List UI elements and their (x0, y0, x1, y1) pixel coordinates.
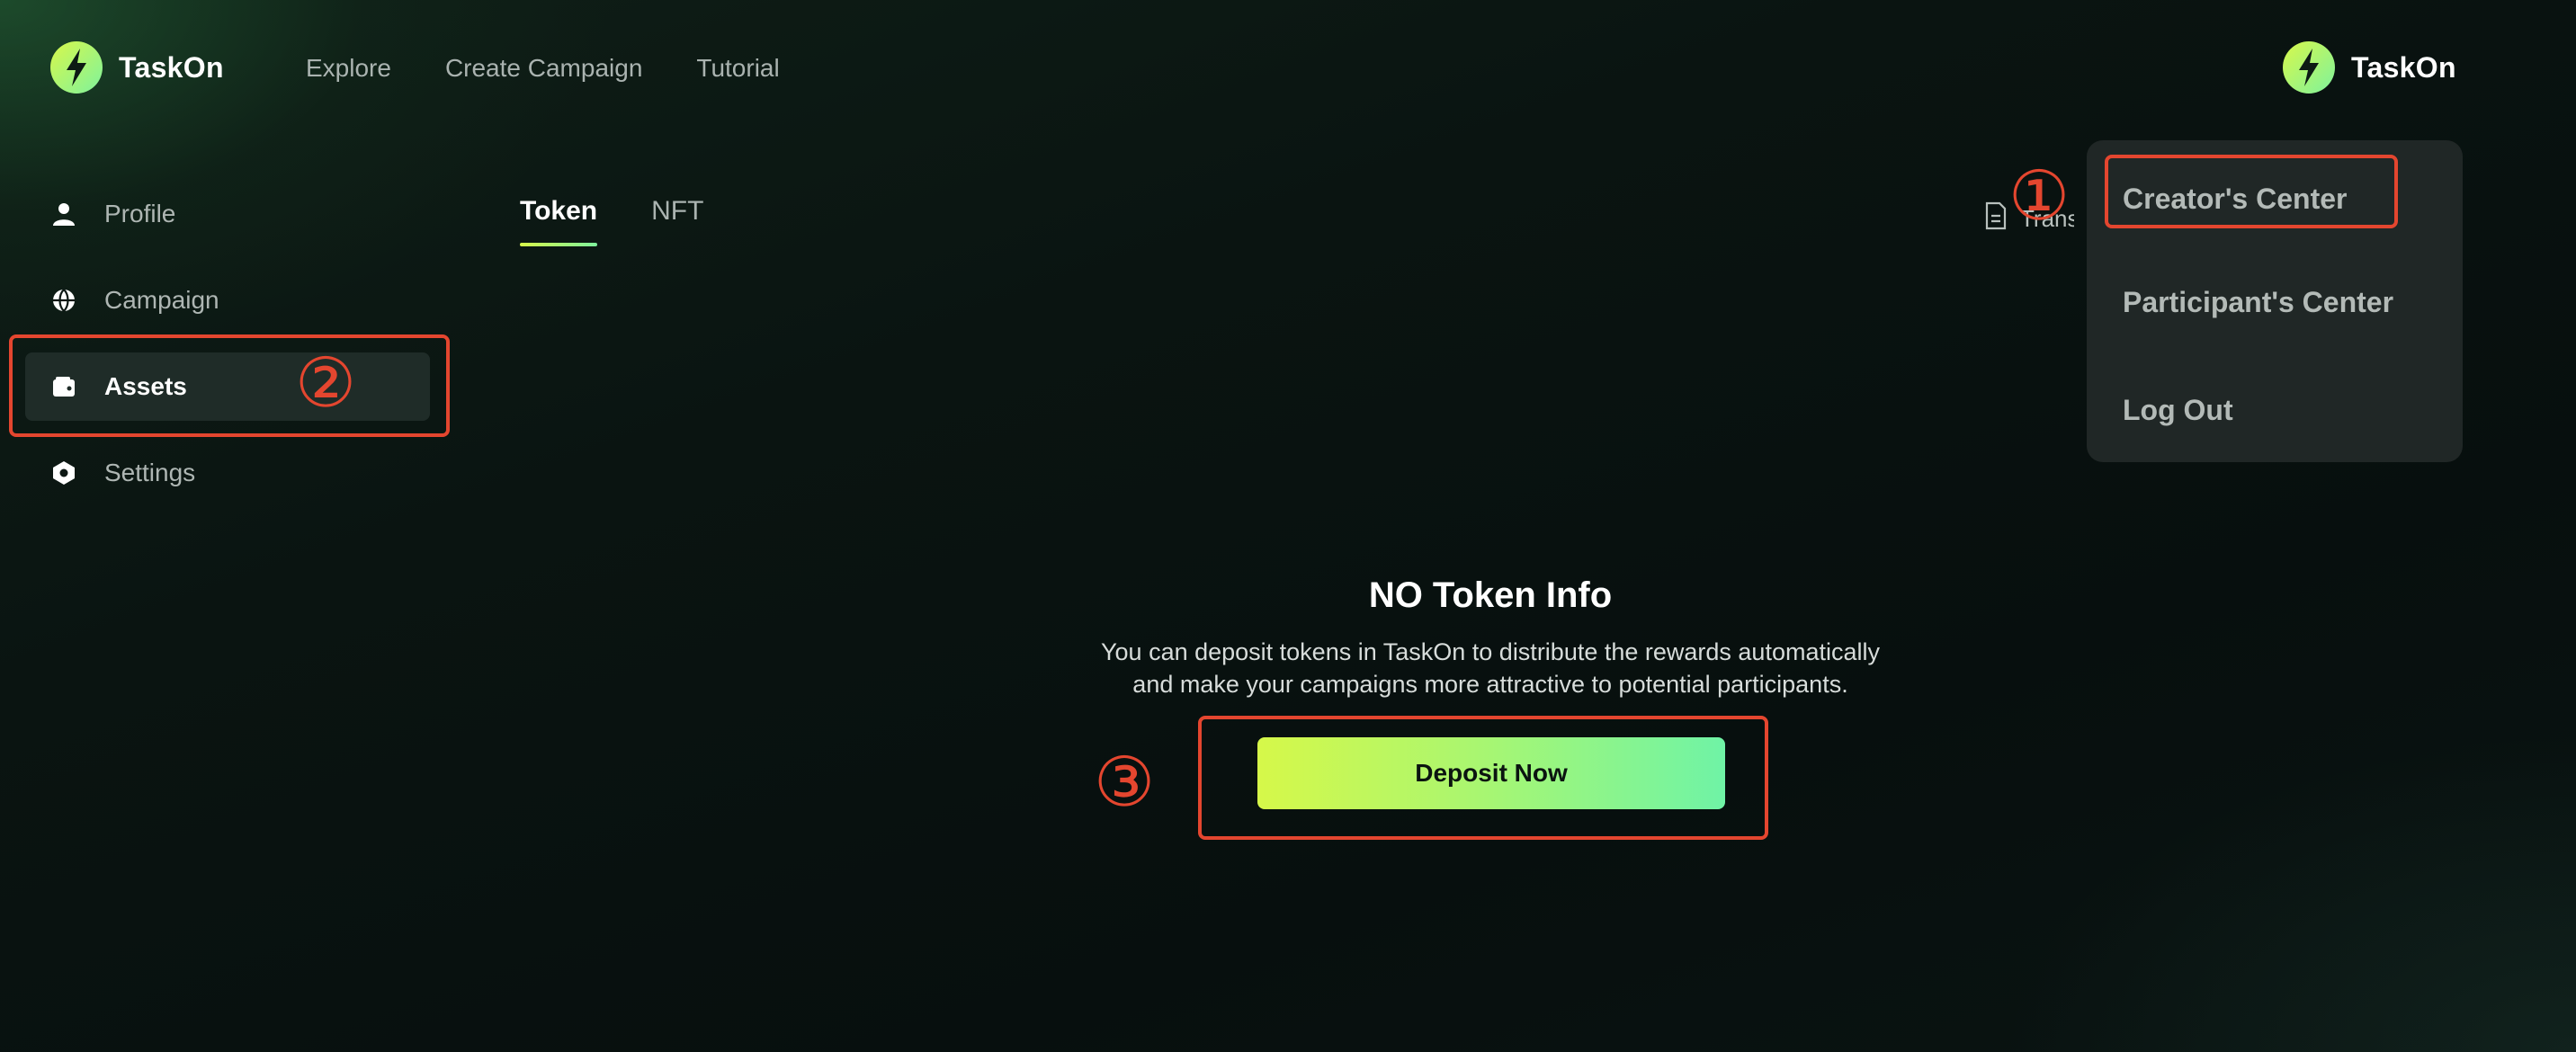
sidebar-item-assets[interactable]: Assets (25, 352, 430, 421)
menu-item-log-out[interactable]: Log Out (2087, 356, 2463, 464)
nav-explore[interactable]: Explore (306, 54, 391, 83)
hexagon-gear-icon (50, 459, 77, 486)
deposit-now-button[interactable]: Deposit Now (1257, 737, 1725, 809)
nav-create-campaign[interactable]: Create Campaign (445, 54, 642, 83)
taskon-logo-icon (50, 41, 103, 94)
asset-tabs: Token NFT (520, 196, 703, 246)
step-number-1: ① (2008, 156, 2071, 236)
brand-name: TaskOn (119, 50, 224, 84)
nav-tutorial[interactable]: Tutorial (696, 54, 779, 83)
menu-item-participants-center[interactable]: Participant's Center (2087, 248, 2463, 356)
sidebar-item-profile[interactable]: Profile (25, 180, 430, 248)
account-avatar-icon (2283, 41, 2335, 94)
sidebar-item-label: Profile (104, 200, 176, 227)
empty-state: NO Token Info You can deposit tokens in … (1025, 575, 1955, 700)
sidebar: Profile Campaign Assets Settings (25, 180, 430, 525)
tab-nft[interactable]: NFT (651, 196, 703, 246)
empty-state-title: NO Token Info (1368, 575, 1613, 615)
sidebar-item-label: Campaign (104, 286, 219, 314)
top-nav: Explore Create Campaign Tutorial (306, 54, 780, 83)
account-name: TaskOn (2351, 50, 2456, 84)
document-icon (1984, 201, 2008, 236)
sidebar-item-label: Settings (104, 459, 196, 486)
tab-token[interactable]: Token (520, 196, 598, 246)
sidebar-item-campaign[interactable]: Campaign (25, 266, 430, 334)
globe-icon (50, 287, 77, 314)
step-number-3: ③ (1094, 742, 1156, 822)
menu-item-creators-center[interactable]: Creator's Center (2087, 149, 2463, 248)
person-icon (50, 201, 77, 227)
sidebar-item-label: Assets (104, 372, 187, 400)
account-menu-trigger[interactable]: TaskOn (2283, 41, 2456, 94)
taskon-logo[interactable]: TaskOn (50, 41, 224, 94)
step-number-2: ② (295, 343, 357, 423)
empty-state-line-1: You can deposit tokens in TaskOn to dist… (1101, 638, 1880, 665)
account-dropdown: Creator's Center Participant's Center Lo… (2087, 140, 2463, 462)
wallet-icon (50, 373, 77, 400)
sidebar-item-settings[interactable]: Settings (25, 439, 430, 507)
empty-state-line-2: and make your campaigns more attractive … (1132, 671, 1848, 698)
